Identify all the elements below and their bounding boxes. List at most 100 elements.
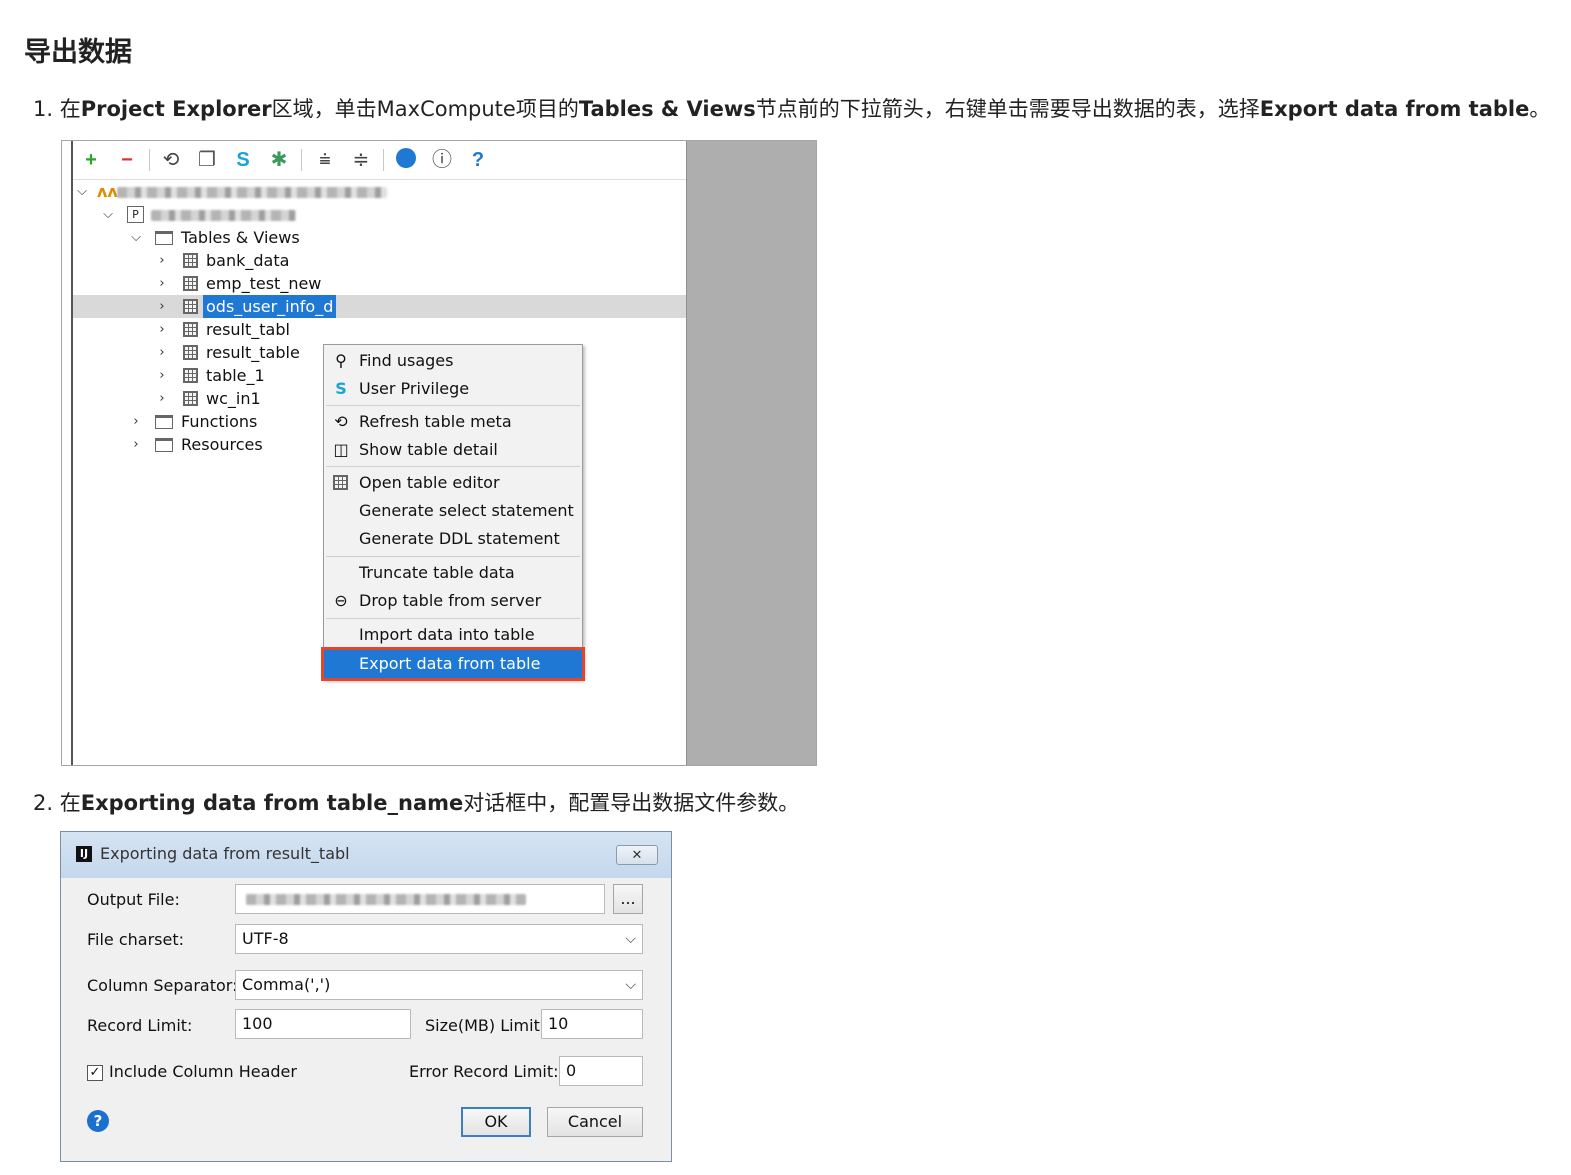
menu-item-label: Truncate table data <box>359 563 515 582</box>
chevron-down-icon[interactable]: ⌵ <box>129 226 143 249</box>
help-icon[interactable]: ? <box>466 148 490 172</box>
error-limit-label: Error Record Limit: <box>409 1062 559 1081</box>
bug-icon[interactable]: ✱ <box>267 148 291 172</box>
tree-tables-views[interactable]: ⌵ Tables & Views <box>73 226 686 249</box>
collapse-all-icon[interactable]: ≑ <box>349 148 373 172</box>
explorer-toolbar: + − ⟲ ❐ S ✱ ⩧ ≑ ⓘ ? <box>73 141 686 180</box>
info-icon[interactable]: ⓘ <box>430 148 454 172</box>
ok-button[interactable]: OK <box>461 1107 531 1137</box>
include-header-checkbox[interactable]: ✓ <box>87 1065 103 1081</box>
step-2-bold: Exporting data from table_name <box>80 791 464 815</box>
export-dialog-screenshot: IJ Exporting data from result_tabl ✕ Out… <box>60 831 672 1162</box>
menu-item-label: User Privilege <box>359 379 470 398</box>
menu-item-label: Generate select statement <box>359 501 574 520</box>
step-1-bold: Export data from table <box>1259 97 1530 121</box>
minus-icon[interactable]: − <box>115 148 139 172</box>
step-2-part: 对话框中，配置导出数据文件参数。 <box>463 791 800 815</box>
menu-item-truncate[interactable]: Truncate table data <box>324 559 582 587</box>
output-file-input[interactable] <box>235 884 605 914</box>
blurred-name <box>151 210 296 221</box>
menu-separator <box>326 466 580 467</box>
menu-item-label: Show table detail <box>359 440 498 459</box>
tree-table-row[interactable]: › bank_data <box>73 249 686 272</box>
tree-label: Resources <box>181 435 263 454</box>
refresh-icon[interactable]: ⟲ <box>159 148 183 172</box>
cancel-button[interactable]: Cancel <box>547 1107 643 1137</box>
menu-item-refresh-meta[interactable]: ⟲ Refresh table meta <box>324 408 582 436</box>
chevron-right-icon[interactable]: › <box>155 341 169 364</box>
chevron-right-icon[interactable]: › <box>155 272 169 295</box>
menu-item-import[interactable]: Import data into table <box>324 621 582 649</box>
include-header-label: Include Column Header <box>109 1062 297 1081</box>
table-icon <box>183 368 198 383</box>
chevron-right-icon[interactable]: › <box>155 249 169 272</box>
table-icon <box>183 345 198 360</box>
chevron-down-icon: ⌵ <box>625 977 636 993</box>
record-limit-input[interactable]: 100 <box>235 1009 411 1039</box>
plus-icon[interactable]: + <box>79 148 103 172</box>
charset-select[interactable]: UTF-8 ⌵ <box>235 924 643 954</box>
step-2-part: 在 <box>59 791 81 815</box>
checkmark-icon: ✓ <box>89 1065 101 1080</box>
menu-item-generate-ddl[interactable]: Generate DDL statement <box>324 525 582 553</box>
table-icon <box>183 391 198 406</box>
charset-label: File charset: <box>87 930 185 949</box>
folder-icon <box>155 231 173 245</box>
chevron-right-icon[interactable]: › <box>129 410 143 433</box>
close-button[interactable]: ✕ <box>616 845 658 865</box>
chevron-right-icon[interactable]: › <box>155 364 169 387</box>
help-icon[interactable]: ? <box>87 1110 109 1132</box>
chevron-right-icon[interactable]: › <box>155 295 169 318</box>
chevron-right-icon[interactable]: › <box>129 433 143 456</box>
step-1-part: 在 <box>59 97 81 121</box>
menu-item-open-editor[interactable]: Open table editor <box>324 469 582 497</box>
tree-label: result_tabl <box>206 320 290 339</box>
copy-icon[interactable]: ❐ <box>195 148 219 172</box>
shield-icon[interactable]: S <box>231 148 255 172</box>
project-tree: ⌵ ʌʌ ⌵ P ⌵ Tables & Views › bank_data › … <box>73 179 686 765</box>
toolbar-separator <box>149 149 150 171</box>
error-limit-input[interactable]: 0 <box>559 1056 643 1086</box>
tree-table-row[interactable]: › emp_test_new <box>73 272 686 295</box>
error-limit-value: 0 <box>566 1061 577 1080</box>
menu-item-user-privilege[interactable]: S User Privilege <box>324 375 582 403</box>
menu-item-find-usages[interactable]: ⚲ Find usages <box>324 347 582 375</box>
expand-all-icon[interactable]: ⩧ <box>313 148 337 172</box>
menu-item-drop[interactable]: ⊖ Drop table from server <box>324 587 582 615</box>
step-1-part: 。 <box>1529 97 1551 121</box>
resources-folder-icon <box>155 438 173 452</box>
tree-project[interactable]: ⌵ P <box>73 203 686 226</box>
minus-circle-icon: ⊖ <box>334 591 348 610</box>
table-context-menu: ⚲ Find usages S User Privilege ⟲ Refresh… <box>321 344 585 681</box>
menu-item-generate-select[interactable]: Generate select statement <box>324 497 582 525</box>
browse-button[interactable]: ... <box>613 884 643 914</box>
tree-table-row[interactable]: › result_tabl <box>73 318 686 341</box>
dialog-title: Exporting data from result_tabl <box>100 844 350 863</box>
size-limit-input[interactable]: 10 <box>541 1009 643 1039</box>
blurred-path <box>246 894 526 905</box>
chevron-down-icon[interactable]: ⌵ <box>75 180 89 203</box>
tree-label: Tables & Views <box>181 228 300 247</box>
dialog-titlebar: IJ Exporting data from result_tabl ✕ <box>61 832 671 878</box>
step-1-bold: Project Explorer <box>80 97 272 121</box>
step-1-part: 节点前的下拉箭头，右键单击需要导出数据的表，选择 <box>755 97 1260 121</box>
tree-root[interactable]: ⌵ ʌʌ <box>73 180 686 203</box>
tree-table-row-selected[interactable]: › ods_user_info_d <box>73 295 686 318</box>
table-icon <box>183 253 198 268</box>
step-1-bold: Tables & Views <box>578 97 756 121</box>
search-icon: ⚲ <box>335 351 347 370</box>
chart-icon[interactable] <box>394 148 418 172</box>
menu-item-label: Find usages <box>359 351 454 370</box>
table-icon <box>183 322 198 337</box>
step-2-number: 2. <box>33 791 54 815</box>
chevron-right-icon[interactable]: › <box>155 318 169 341</box>
menu-item-export[interactable]: Export data from table <box>321 647 585 681</box>
step-1-part: 区域，单击MaxCompute项目的 <box>271 97 579 121</box>
menu-item-show-detail[interactable]: ◫ Show table detail <box>324 436 582 464</box>
menu-separator <box>326 405 580 406</box>
chevron-down-icon[interactable]: ⌵ <box>101 203 115 226</box>
table-icon <box>183 276 198 291</box>
close-icon: ✕ <box>631 848 643 863</box>
separator-select[interactable]: Comma(',') ⌵ <box>235 970 643 1000</box>
chevron-right-icon[interactable]: › <box>155 387 169 410</box>
